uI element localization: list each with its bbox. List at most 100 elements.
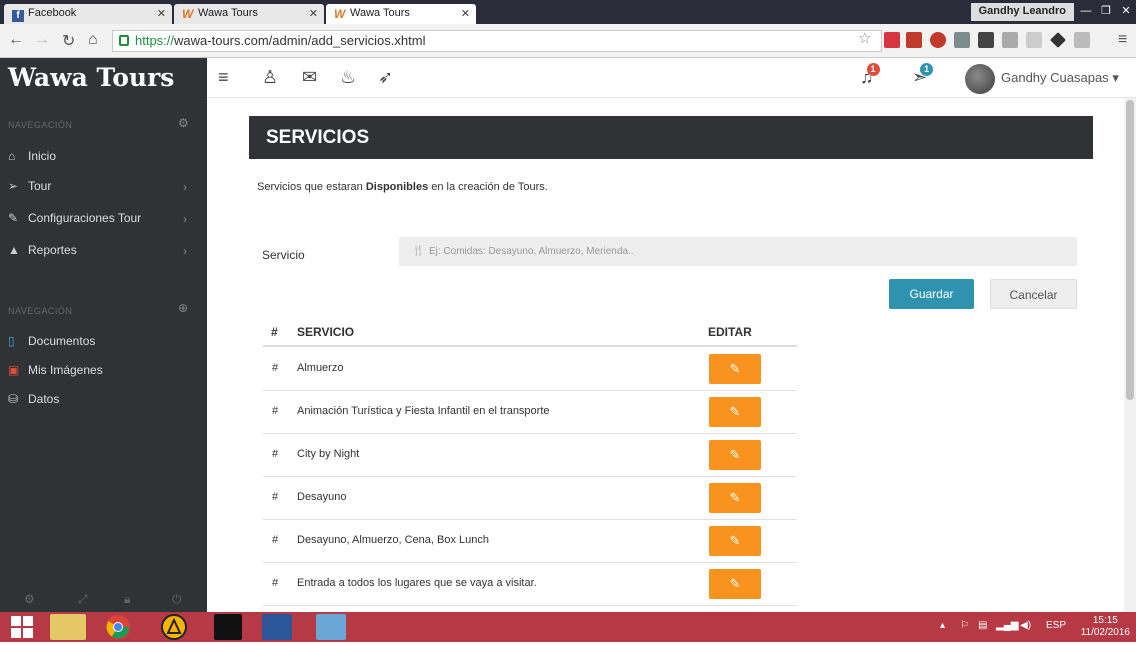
service-name: Almuerzo — [297, 362, 344, 374]
extension-icon[interactable] — [954, 32, 970, 48]
forward-icon[interactable]: → — [34, 31, 50, 49]
edit-button[interactable]: ✎ — [709, 526, 761, 556]
edit-button[interactable]: ✎ — [709, 440, 761, 470]
avatar[interactable] — [965, 64, 995, 94]
extension-icon[interactable] — [1050, 32, 1066, 48]
plus-circle-icon[interactable]: ⊕ — [178, 301, 188, 315]
window-user-badge[interactable]: Gandhy Leandro — [970, 3, 1074, 21]
home-icon[interactable]: ⌂ — [88, 31, 98, 49]
close-window-icon[interactable]: ✕ — [1116, 2, 1136, 20]
language-indicator[interactable]: ESP — [1046, 620, 1066, 631]
sidebar-item-reportes[interactable]: ▲ Reportes — [8, 243, 77, 257]
settings-icon[interactable]: ⚙ — [24, 592, 35, 606]
pencil-icon: ✎ — [729, 490, 741, 505]
table-row: # Desayuno ✎ — [263, 476, 797, 520]
user-menu[interactable]: Gandhy Cuasapas ▾ — [1001, 70, 1119, 86]
chevron-down-icon: ▾ — [1112, 70, 1119, 85]
cancel-button[interactable]: Cancelar — [990, 279, 1077, 309]
edit-button[interactable]: ✎ — [709, 483, 761, 513]
network-icon[interactable]: ▤ — [978, 620, 987, 631]
page-scrollbar[interactable] — [1124, 98, 1136, 612]
app-icon[interactable] — [316, 614, 346, 640]
sidebar-item-tour[interactable]: ➢ Tour — [8, 179, 51, 193]
extension-icon[interactable] — [884, 32, 900, 48]
tab-label: Wawa Tours — [350, 7, 410, 19]
table-header: # SERVICIO EDITAR — [263, 321, 797, 347]
minimize-icon[interactable]: — — [1076, 2, 1096, 20]
servicio-input[interactable]: 🍴︎ Ej: Comidas: Desayuno, Almuerzo, Meri… — [399, 237, 1077, 266]
chevron-up-icon[interactable]: ▴ — [940, 620, 945, 631]
service-name: Desayuno, Almuerzo, Cena, Box Lunch — [297, 534, 490, 546]
chevron-right-icon: › — [183, 212, 187, 226]
lock-icon — [119, 35, 129, 46]
maximize-icon[interactable]: ❐ — [1096, 2, 1116, 20]
column-header-servicio: SERVICIO — [297, 325, 355, 339]
tab-label: Facebook — [28, 7, 77, 19]
extension-icon[interactable] — [1002, 32, 1018, 48]
top-latino-radio-icon[interactable] — [214, 614, 242, 640]
brand-logo[interactable]: Wawa Tours — [0, 58, 207, 98]
page-title: SERVICIOS — [249, 116, 1093, 159]
star-icon[interactable]: ☆ — [858, 29, 871, 47]
sidebar-footer: ⚙ ⤢ 🔒︎ ⏻ — [0, 588, 207, 612]
lock-icon[interactable]: 🔒︎ — [124, 592, 130, 607]
gear-icon[interactable]: ⚙ — [178, 116, 189, 130]
app-header: Wawa Tours ≡ ♙ ✉ ♨ ➶ ♫ 1 ➣ 1 Gandhy Cuasap… — [0, 58, 1136, 98]
gmail-icon[interactable] — [906, 32, 922, 48]
envelope-icon[interactable]: ✉ — [302, 67, 317, 88]
sidebar-item-imagenes[interactable]: ▣ Mis Imágenes — [8, 363, 103, 377]
sidebar-section-title: NAVEGACIÓN — [8, 306, 73, 316]
volume-icon[interactable]: ◀) — [1020, 620, 1031, 631]
url-input[interactable]: https://wawa-tours.com/admin/add_servici… — [112, 30, 882, 52]
pencil-icon: ✎ — [729, 533, 741, 548]
wawa-logo-icon: W — [334, 7, 346, 21]
close-tab-icon[interactable]: ✕ — [309, 7, 318, 20]
vlc-icon[interactable] — [156, 614, 192, 640]
hamburger-icon[interactable]: ≡ — [218, 67, 229, 88]
sidebar-item-datos[interactable]: ⛁ Datos — [8, 392, 59, 406]
jetbrains-icon[interactable] — [978, 32, 994, 48]
table-row: # Entrada a todos los lugares que se vay… — [263, 562, 797, 606]
user-icon[interactable]: ♙ — [262, 67, 278, 88]
pencil-icon: ✎ — [729, 404, 741, 419]
send-icon[interactable]: ➣ 1 — [912, 63, 934, 88]
clock[interactable]: 15:15 11/02/2016 — [1081, 615, 1130, 639]
scrollbar-thumb[interactable] — [1126, 100, 1134, 400]
database-icon: ⛁ — [8, 392, 19, 406]
edit-button[interactable]: ✎ — [709, 354, 761, 384]
tab-wawa-tours-2[interactable]: W Wawa Tours ✕ — [326, 4, 476, 24]
rocket-icon[interactable]: ➶ — [378, 67, 393, 88]
browser-tab-strip: f Facebook ✕ W Wawa Tours ✕ W Wawa Tours ✕ … — [0, 0, 1136, 24]
chrome-icon[interactable] — [100, 614, 136, 640]
flag-icon[interactable]: ⚐ — [960, 620, 969, 631]
pencil-icon: ✎ — [729, 576, 741, 591]
bell-icon[interactable]: ♫ 1 — [860, 63, 880, 88]
save-button[interactable]: Guardar — [889, 279, 974, 309]
close-tab-icon[interactable]: ✕ — [461, 7, 470, 20]
close-tab-icon[interactable]: ✕ — [157, 7, 166, 20]
sidebar: NAVEGACIÓN ⚙ ⌂ Inicio ➢ Tour › ✎ Configurac… — [0, 98, 207, 612]
tab-facebook[interactable]: f Facebook ✕ — [4, 4, 172, 24]
facebook-icon: f — [12, 10, 24, 22]
edit-button[interactable]: ✎ — [709, 569, 761, 599]
edit-icon: ✎ — [8, 211, 19, 225]
tab-wawa-tours-1[interactable]: W Wawa Tours ✕ — [174, 4, 324, 24]
sidebar-item-documentos[interactable]: ▯ Documentos — [8, 334, 95, 348]
extension-icon[interactable] — [1026, 32, 1042, 48]
sidebar-item-configuraciones[interactable]: ✎ Configuraciones Tour — [8, 211, 141, 225]
windows-start-icon[interactable] — [6, 614, 38, 640]
file-explorer-icon[interactable] — [50, 614, 86, 640]
menu-icon[interactable]: ≡ — [1118, 31, 1127, 49]
word-icon[interactable] — [262, 614, 292, 640]
adblock-icon[interactable] — [930, 32, 946, 48]
fullscreen-icon[interactable]: ⤢ — [78, 592, 88, 607]
back-icon[interactable]: ← — [8, 31, 24, 49]
signal-icon[interactable]: ▂▄▆ — [996, 620, 1018, 631]
table-row: # Animación Turística y Fiesta Infantil … — [263, 390, 797, 434]
extension-icon[interactable] — [1074, 32, 1090, 48]
reload-icon[interactable]: ↻ — [62, 31, 75, 51]
edit-button[interactable]: ✎ — [709, 397, 761, 427]
power-icon[interactable]: ⏻ — [172, 592, 182, 607]
sidebar-item-inicio[interactable]: ⌂ Inicio — [8, 149, 56, 163]
fire-icon[interactable]: ♨ — [340, 67, 356, 88]
